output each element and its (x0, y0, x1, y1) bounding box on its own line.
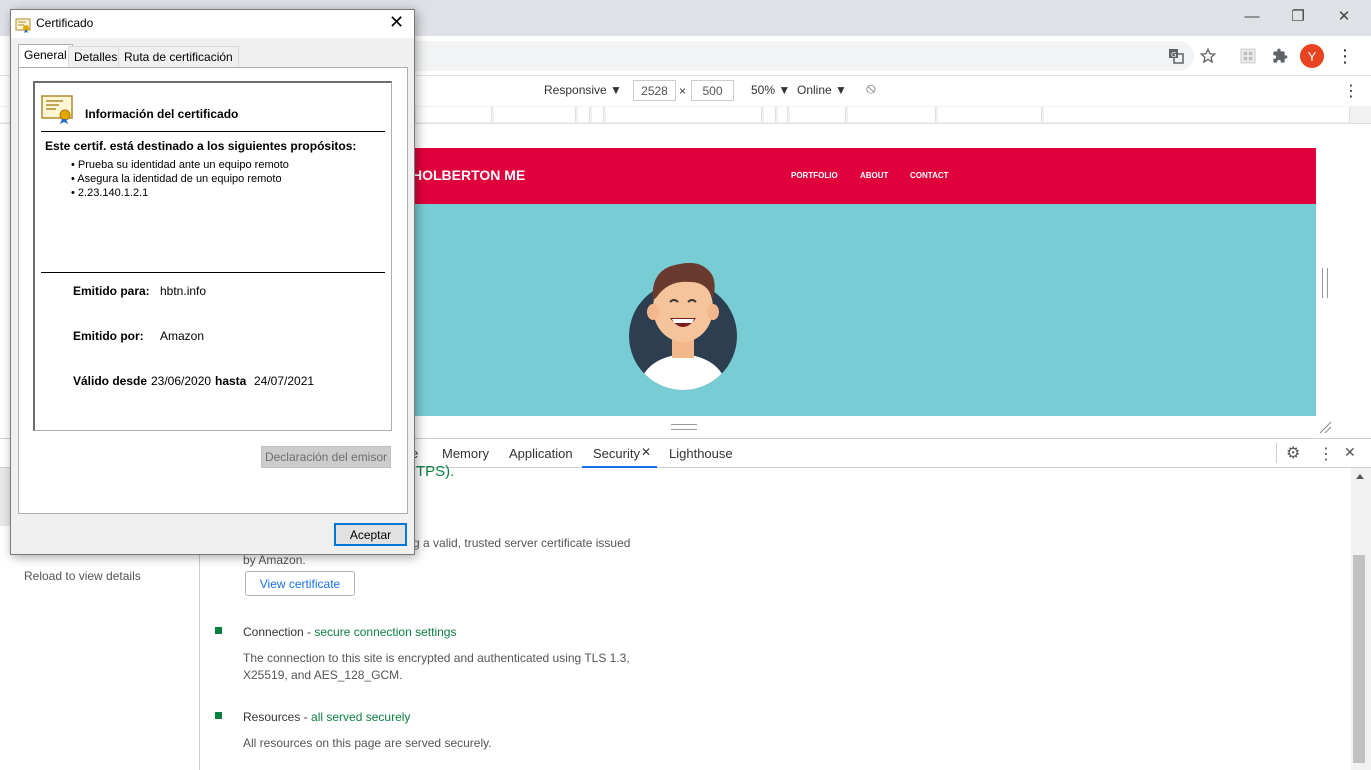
purpose-item: • Prueba su identidad ante un equipo rem… (71, 159, 289, 171)
settings-gear-icon[interactable]: ⚙ (1286, 443, 1300, 463)
media-query-segment[interactable] (416, 107, 492, 122)
device-menu-icon[interactable]: ⋮ (1343, 81, 1359, 101)
nav-link-about[interactable]: ABOUT (860, 171, 888, 180)
issued-by-value: Amazon (160, 329, 205, 343)
extension-grid-icon[interactable] (1236, 44, 1260, 68)
profile-avatar[interactable]: Y (1300, 44, 1324, 68)
tab-detalles[interactable]: Detalles (68, 46, 124, 68)
toolbar-divider (1276, 443, 1277, 463)
site-brand[interactable]: HOLBERTON ME (412, 167, 525, 183)
certificate-desc: g a valid, trusted server certificate is… (413, 536, 631, 550)
nav-link-portfolio[interactable]: PORTFOLIO (791, 171, 838, 180)
tab-general[interactable]: General (18, 44, 73, 68)
media-query-segment[interactable] (606, 107, 762, 122)
svg-text:G: G (1171, 51, 1176, 59)
viewport-resize-handle-right[interactable] (1322, 268, 1328, 298)
resources-title: Resources - (243, 710, 312, 724)
valid-from-value: 23/06/2020 (151, 374, 212, 388)
close-devtools-icon[interactable]: ✕ (1344, 444, 1356, 461)
resources-desc: All resources on this page are served se… (243, 736, 492, 750)
issued-by-label: Emitido por: (73, 329, 144, 343)
restore-button[interactable]: ❐ (1275, 0, 1321, 32)
emulated-website: HOLBERTON ME PORTFOLIO ABOUT CONTACT (400, 148, 1316, 416)
valid-to-value: 24/07/2021 (254, 374, 315, 388)
valid-from-label: Válido desde (73, 374, 148, 388)
site-hero (400, 204, 1316, 416)
issued-to-value: hbtn.info (160, 284, 207, 298)
certificate-info-box: Información del certificado Este certif.… (33, 81, 392, 431)
media-query-segment[interactable] (494, 107, 576, 122)
rotate-icon[interactable]: ⦸ (866, 80, 876, 97)
media-query-segment[interactable] (592, 107, 604, 122)
resources-status-bullet (215, 712, 222, 719)
zoom-select[interactable]: 50% ▼ (751, 83, 790, 97)
purpose-item: • Asegura la identidad de un equipo remo… (71, 173, 282, 185)
connection-title: Connection - (243, 625, 315, 639)
device-height-input[interactable]: 500 (691, 80, 734, 101)
view-certificate-button[interactable]: View certificate (245, 571, 355, 596)
minimize-button[interactable]: — (1229, 0, 1275, 32)
close-window-button[interactable]: ✕ (1321, 0, 1367, 32)
throttle-select[interactable]: Online ▼ (797, 83, 847, 97)
media-query-segment[interactable] (778, 107, 788, 122)
nav-link-contact[interactable]: CONTACT (910, 171, 949, 180)
devtools-more-icon[interactable]: ⋮ (1318, 444, 1334, 464)
browser-menu-icon[interactable]: ⋮ (1333, 44, 1357, 68)
media-query-segment[interactable] (848, 107, 936, 122)
divider (41, 272, 385, 273)
reload-hint: Reload to view details (24, 569, 141, 583)
media-query-segment[interactable] (578, 107, 590, 122)
avatar-illustration (629, 262, 737, 390)
issued-to-label: Emitido para: (73, 284, 150, 298)
certificate-info-heading: Información del certificado (85, 107, 239, 121)
close-tab-icon[interactable]: ✕ (641, 445, 651, 459)
media-query-segment[interactable] (790, 107, 846, 122)
tab-lighthouse[interactable]: Lighthouse (669, 446, 733, 461)
dialog-close-button[interactable]: ✕ (389, 12, 404, 33)
dialog-titlebar: Certificado ✕ (11, 10, 414, 38)
media-query-segment[interactable] (1044, 107, 1350, 122)
scrollbar-thumb[interactable] (1353, 555, 1365, 763)
valid-to-label: hasta (215, 374, 247, 388)
sidebar-selected-row[interactable] (0, 468, 10, 526)
connection-desc: The connection to this site is encrypted… (243, 651, 630, 665)
certificate-large-icon (41, 95, 73, 124)
star-icon[interactable] (1196, 44, 1220, 68)
connection-section-title: Connection - secure connection settings (243, 625, 456, 639)
tab-ruta-certificacion[interactable]: Ruta de certificación (118, 46, 239, 68)
connection-desc-cipher: X25519, and AES_128_GCM. (243, 668, 403, 682)
address-bar[interactable] (414, 41, 1194, 71)
device-width-input[interactable]: 2528 (633, 80, 676, 101)
dimension-times: × (679, 84, 687, 98)
media-query-segment[interactable] (938, 107, 1042, 122)
tab-memory[interactable]: Memory (442, 446, 489, 461)
puzzle-icon[interactable] (1268, 44, 1292, 68)
viewport-resize-handle-bottom[interactable] (671, 424, 697, 430)
connection-settings-link[interactable]: secure connection settings (314, 625, 456, 639)
resources-section-title: Resources - all served securely (243, 710, 410, 724)
translate-icon[interactable]: G (1164, 44, 1188, 68)
certificate-icon (15, 18, 31, 33)
issuer-statement-button[interactable]: Declaración del emisor (261, 446, 391, 468)
device-mode-select[interactable]: Responsive ▼ (544, 83, 622, 97)
certificate-dialog: Certificado ✕ General Detalles Ruta de c… (10, 9, 415, 555)
resize-corner-icon[interactable] (1318, 420, 1332, 434)
connection-status-bullet (215, 627, 222, 634)
purpose-item: • 2.23.140.1.2.1 (71, 187, 149, 199)
tab-security[interactable]: Security (593, 446, 640, 461)
resources-status[interactable]: all served securely (311, 710, 410, 724)
scroll-up-arrow-icon[interactable] (1356, 474, 1364, 479)
https-summary-fragment: TPS). (416, 463, 455, 480)
site-navbar: HOLBERTON ME PORTFOLIO ABOUT CONTACT (400, 148, 1316, 204)
media-query-segment[interactable] (764, 107, 776, 122)
divider (41, 131, 385, 132)
purpose-title: Este certif. está destinado a los siguie… (45, 139, 357, 153)
accept-button[interactable]: Aceptar (334, 523, 407, 546)
tab-application[interactable]: Application (509, 446, 573, 461)
dialog-title: Certificado (36, 16, 94, 30)
